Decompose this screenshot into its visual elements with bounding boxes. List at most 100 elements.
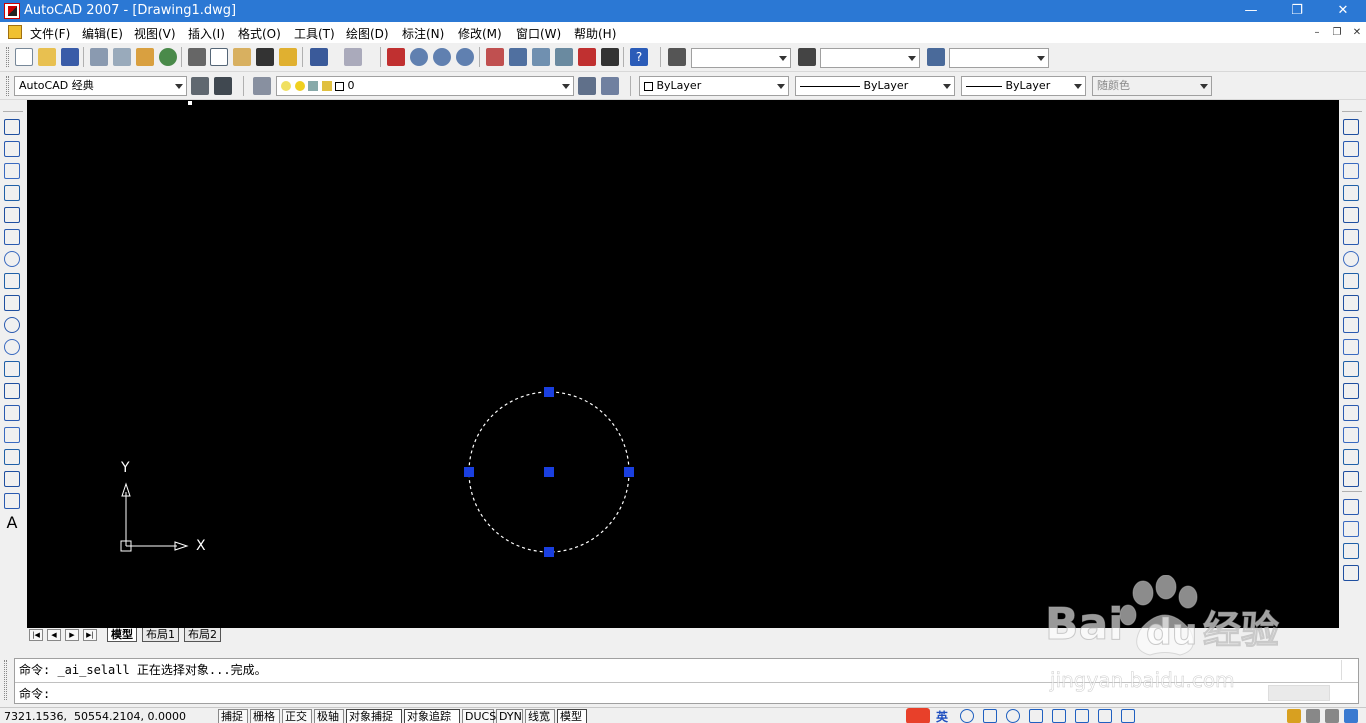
layer-combo[interactable]: 0 bbox=[276, 76, 574, 96]
table-style-icon[interactable] bbox=[927, 48, 945, 66]
gradient-icon[interactable] bbox=[4, 449, 20, 465]
workspace-settings-icon[interactable] bbox=[191, 77, 209, 95]
menu-tools[interactable]: 工具(T) bbox=[294, 25, 335, 42]
mirror-icon[interactable] bbox=[1343, 163, 1359, 179]
text-style-combo[interactable] bbox=[691, 48, 791, 68]
moon-icon[interactable] bbox=[960, 709, 974, 723]
status-menu-icon[interactable] bbox=[1325, 709, 1339, 723]
close-button[interactable]: ✕ bbox=[1320, 0, 1366, 22]
chamfer-icon[interactable] bbox=[1343, 427, 1359, 443]
grip-quadrant-bottom[interactable] bbox=[544, 547, 554, 557]
rotate-icon[interactable] bbox=[1343, 251, 1359, 267]
erase-icon[interactable] bbox=[1343, 119, 1359, 135]
menu-draw[interactable]: 绘图(D) bbox=[346, 25, 389, 42]
insert-block-icon[interactable] bbox=[4, 361, 20, 377]
multiline-text-icon[interactable]: A bbox=[4, 515, 20, 531]
table-style-combo[interactable] bbox=[949, 48, 1049, 68]
mdi-close-button[interactable]: ✕ bbox=[1350, 26, 1364, 39]
grip-center[interactable] bbox=[544, 467, 554, 477]
status-toggle[interactable]: 对象捕捉 bbox=[346, 709, 402, 723]
menu-dimension[interactable]: 标注(N) bbox=[402, 25, 444, 42]
menu-view[interactable]: 视图(V) bbox=[134, 25, 176, 42]
tab-next-button[interactable]: ▶ bbox=[65, 629, 79, 641]
tab-layout2[interactable]: 布局2 bbox=[184, 628, 221, 642]
comma-icon[interactable] bbox=[983, 709, 997, 723]
draworder-above-icon[interactable] bbox=[1343, 543, 1359, 559]
status-toggle[interactable]: 极轴 bbox=[314, 709, 344, 723]
properties-icon[interactable] bbox=[486, 48, 504, 66]
autocad-app-icon[interactable] bbox=[4, 3, 20, 19]
make-object-layer-current-icon[interactable] bbox=[578, 77, 596, 95]
markup-icon[interactable] bbox=[578, 48, 596, 66]
ellipse-arc-icon[interactable] bbox=[4, 339, 20, 355]
layer-manager-icon[interactable] bbox=[253, 77, 271, 95]
tab-layout1[interactable]: 布局1 bbox=[142, 628, 179, 642]
linetype-combo[interactable]: ByLayer bbox=[795, 76, 955, 96]
point-icon[interactable] bbox=[4, 405, 20, 421]
polyline-icon[interactable] bbox=[4, 163, 20, 179]
lineweight-combo[interactable]: ByLayer bbox=[961, 76, 1086, 96]
tab-first-button[interactable]: |◀ bbox=[29, 629, 43, 641]
grip-quadrant-top[interactable] bbox=[544, 387, 554, 397]
open-icon[interactable] bbox=[38, 48, 56, 66]
zoom-window-icon[interactable] bbox=[433, 48, 451, 66]
my-workspace-icon[interactable] bbox=[214, 77, 232, 95]
rectangle-icon[interactable] bbox=[4, 207, 20, 223]
status-toggle[interactable]: 线宽 bbox=[525, 709, 555, 723]
move-icon[interactable] bbox=[1343, 229, 1359, 245]
3d-dwf-icon[interactable] bbox=[159, 48, 177, 66]
color-combo[interactable]: ByLayer bbox=[639, 76, 789, 96]
new-icon[interactable] bbox=[15, 48, 33, 66]
toolbar-grip[interactable] bbox=[6, 47, 9, 67]
menu-modify[interactable]: 修改(M) bbox=[458, 25, 502, 42]
clean-screen-icon[interactable] bbox=[1344, 709, 1358, 723]
maximize-button[interactable]: ❐ bbox=[1274, 0, 1320, 22]
microphone-icon[interactable] bbox=[1029, 709, 1043, 723]
minimize-button[interactable]: — bbox=[1228, 0, 1274, 22]
grip-quadrant-right[interactable] bbox=[624, 467, 634, 477]
tool-palettes-icon[interactable] bbox=[532, 48, 550, 66]
fillet-icon[interactable] bbox=[1343, 449, 1359, 465]
tab-last-button[interactable]: ▶| bbox=[83, 629, 97, 641]
undo-icon[interactable] bbox=[310, 48, 328, 66]
zoom-realtime-icon[interactable] bbox=[410, 48, 428, 66]
polygon-icon[interactable] bbox=[4, 185, 20, 201]
cut-icon[interactable] bbox=[188, 48, 206, 66]
sogou-ime-icon[interactable] bbox=[906, 708, 930, 723]
communication-center-icon[interactable] bbox=[1287, 709, 1301, 723]
line-icon[interactable] bbox=[4, 119, 20, 135]
menu-help[interactable]: 帮助(H) bbox=[574, 25, 616, 42]
command-grip[interactable] bbox=[4, 660, 7, 700]
make-block-icon[interactable] bbox=[4, 383, 20, 399]
dim-style-combo[interactable] bbox=[820, 48, 920, 68]
toolbox-icon[interactable] bbox=[1075, 709, 1089, 723]
spline-icon[interactable] bbox=[4, 295, 20, 311]
toolbar-grip[interactable] bbox=[6, 76, 9, 96]
publish-icon[interactable] bbox=[136, 48, 154, 66]
shirt-icon[interactable] bbox=[1098, 709, 1112, 723]
command-scrollbar[interactable] bbox=[1341, 660, 1357, 680]
menu-format[interactable]: 格式(O) bbox=[238, 25, 281, 42]
stretch-icon[interactable] bbox=[1343, 295, 1359, 311]
lock-toolbar-icon[interactable] bbox=[1306, 709, 1320, 723]
trim-icon[interactable] bbox=[1343, 317, 1359, 333]
table-icon[interactable] bbox=[4, 493, 20, 509]
plot-icon[interactable] bbox=[90, 48, 108, 66]
menu-edit[interactable]: 编辑(E) bbox=[82, 25, 123, 42]
ellipse-icon[interactable] bbox=[4, 317, 20, 333]
pan-icon[interactable] bbox=[387, 48, 405, 66]
draworder-under-icon[interactable] bbox=[1343, 565, 1359, 581]
mdi-minimize-button[interactable]: – bbox=[1310, 26, 1324, 39]
menu-window[interactable]: 窗口(W) bbox=[516, 25, 561, 42]
status-toggle[interactable]: 对象追踪 bbox=[404, 709, 460, 723]
join-icon[interactable] bbox=[1343, 405, 1359, 421]
menu-file[interactable]: 文件(F) bbox=[30, 25, 70, 42]
grid-menu-icon[interactable] bbox=[1121, 709, 1135, 723]
break-at-point-icon[interactable] bbox=[1343, 361, 1359, 377]
status-toggle[interactable]: DYN bbox=[496, 709, 523, 723]
copy-clip-icon[interactable] bbox=[210, 48, 228, 66]
drawing-svg[interactable] bbox=[27, 100, 1339, 628]
sheet-set-icon[interactable] bbox=[555, 48, 573, 66]
region-icon[interactable] bbox=[4, 471, 20, 487]
array-icon[interactable] bbox=[1343, 207, 1359, 223]
